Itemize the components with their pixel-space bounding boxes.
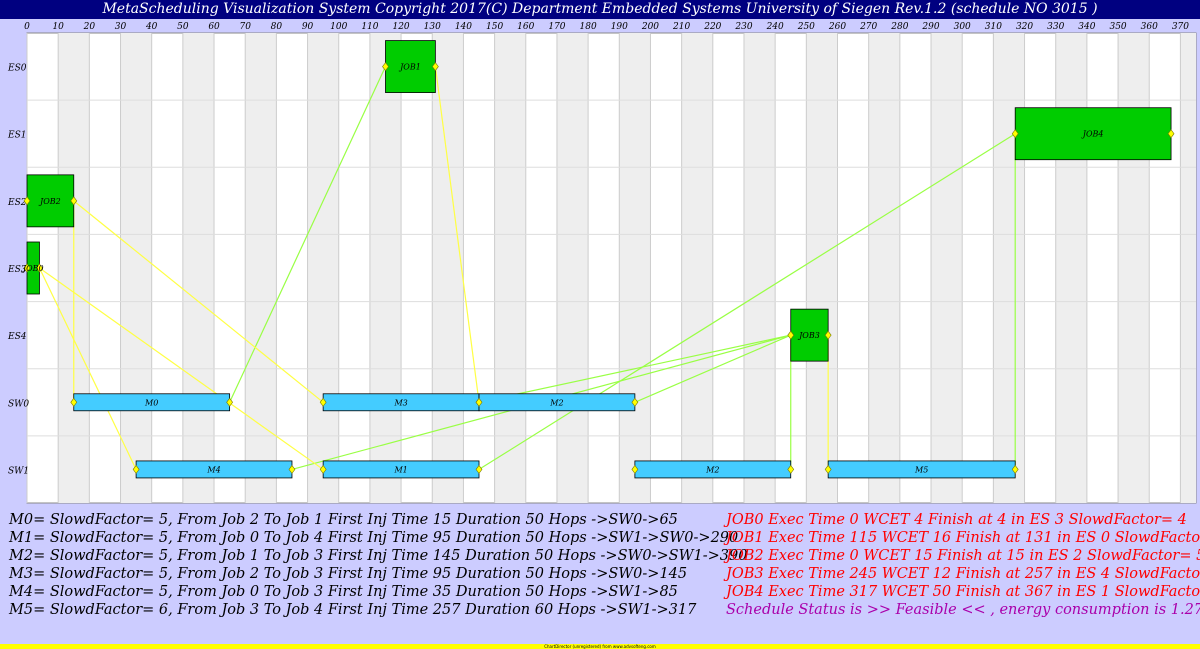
x-tick-label: 230 xyxy=(734,22,752,32)
x-tick-label: 0 xyxy=(24,22,30,32)
grid-band xyxy=(307,33,339,503)
x-tick-label: 50 xyxy=(177,22,189,32)
x-tick-label: 40 xyxy=(145,22,158,32)
x-tick-label: 150 xyxy=(486,22,503,32)
x-tick-label: 250 xyxy=(797,22,815,32)
x-tick-label: 320 xyxy=(1016,22,1033,32)
y-row-label: SW0 xyxy=(8,399,29,409)
x-tick-label: 350 xyxy=(1109,22,1126,32)
message-label: M2 xyxy=(549,398,563,407)
x-tick-label: 360 xyxy=(1141,22,1158,32)
x-tick-label: 80 xyxy=(271,22,283,32)
y-row-label: ES2 xyxy=(7,198,27,208)
x-tick-label: 140 xyxy=(455,22,472,32)
chart-title: MetaScheduling Visualization System Copy… xyxy=(0,0,1200,19)
grid-band xyxy=(182,33,215,503)
x-tick-label: 220 xyxy=(703,22,721,32)
x-tick-label: 190 xyxy=(611,22,628,32)
job-legend: JOB0 Exec Time 0 WCET 4 Finish at 4 in E… xyxy=(726,511,1200,619)
message-legend-line: M0= SlowdFactor= 5, From Job 2 To Job 1 … xyxy=(9,512,678,528)
message-legend-line: M1= SlowdFactor= 5, From Job 0 To Job 4 … xyxy=(9,530,739,546)
x-tick-label: 260 xyxy=(828,22,846,32)
grid-band xyxy=(120,33,152,503)
job-legend-line: JOB2 Exec Time 0 WCET 15 Finish at 15 in… xyxy=(726,548,1200,564)
x-tick-label: 160 xyxy=(517,22,534,32)
x-tick-label: 240 xyxy=(766,22,784,32)
x-tick-label: 70 xyxy=(239,22,251,32)
grid-band xyxy=(868,33,900,503)
grid-band xyxy=(681,33,713,503)
x-tick-label: 290 xyxy=(921,22,939,32)
job-label: JOB2 xyxy=(38,197,61,206)
job-legend-line: JOB4 Exec Time 317 WCET 50 Finish at 367… xyxy=(726,584,1200,600)
job-legend-line: JOB0 Exec Time 0 WCET 4 Finish at 4 in E… xyxy=(726,512,1187,528)
schedule-status: Schedule Status is >> Feasible << , ener… xyxy=(726,602,1200,618)
x-tick-label: 210 xyxy=(672,22,690,32)
grid-band xyxy=(1180,33,1196,503)
message-label: M1 xyxy=(393,465,407,474)
x-tick-label: 20 xyxy=(83,22,96,32)
x-tick-label: 100 xyxy=(330,22,347,32)
x-tick-label: 330 xyxy=(1047,22,1064,32)
x-tick-label: 200 xyxy=(641,22,659,32)
message-legend-line: M4= SlowdFactor= 5, From Job 0 To Job 3 … xyxy=(9,584,678,600)
x-tick-label: 180 xyxy=(580,22,597,32)
x-tick-label: 130 xyxy=(424,22,441,32)
grid-band xyxy=(993,33,1025,503)
y-row-label: ES1 xyxy=(7,131,26,141)
x-tick-label: 90 xyxy=(302,22,314,32)
grid-band xyxy=(556,33,589,503)
job-label: JOB4 xyxy=(1081,130,1104,139)
job-label: JOB3 xyxy=(797,331,820,340)
gantt-chart: 0 10 20 30 40 50 60 70 80 90 100 110 120 130 140 150 160… xyxy=(7,22,1197,504)
message-label: M2 xyxy=(705,465,719,474)
grid-band xyxy=(806,33,838,503)
x-tick-label: 280 xyxy=(890,22,908,32)
x-tick-label: 110 xyxy=(361,22,378,32)
y-row-label: SW1 xyxy=(8,466,29,476)
grid-band xyxy=(619,33,651,503)
message-legend: M0= SlowdFactor= 5, From Job 2 To Job 1 … xyxy=(9,511,747,619)
grid-band xyxy=(432,33,464,503)
y-row-label: ES4 xyxy=(7,332,27,342)
message-legend-line: M5= SlowdFactor= 6, From Job 3 To Job 4 … xyxy=(9,602,697,618)
grid-band xyxy=(1055,33,1087,503)
x-tick-label: 120 xyxy=(392,22,409,32)
x-tick-label: 270 xyxy=(859,22,877,32)
job-label: JOB1 xyxy=(398,63,421,72)
grid-band xyxy=(494,33,526,503)
x-tick-label: 300 xyxy=(954,22,971,32)
footer-credit: ChartDirector (unregistered) from www.ad… xyxy=(0,644,1200,649)
grid-band xyxy=(1118,33,1150,503)
message-legend-line: M2= SlowdFactor= 5, From Job 1 To Job 3 … xyxy=(9,548,748,564)
x-tick-label: 310 xyxy=(985,22,1002,32)
x-tick-label: 340 xyxy=(1078,22,1095,32)
grid-band xyxy=(931,33,963,503)
x-tick-label: 60 xyxy=(208,22,220,32)
x-tick-label: 370 xyxy=(1172,22,1189,32)
y-row-label: ES0 xyxy=(7,64,27,74)
grid-band xyxy=(369,33,402,503)
x-tick-label: 170 xyxy=(548,22,565,32)
message-label: M0 xyxy=(144,398,158,407)
message-label: M4 xyxy=(206,465,220,474)
job-label: JOB0 xyxy=(21,264,44,273)
job-legend-line: JOB1 Exec Time 115 WCET 16 Finish at 131… xyxy=(726,530,1200,546)
message-label: M5 xyxy=(914,465,928,474)
message-label: M3 xyxy=(393,398,407,407)
message-legend-line: M3= SlowdFactor= 5, From Job 2 To Job 3 … xyxy=(9,566,688,582)
x-tick-label: 30 xyxy=(115,22,127,32)
x-tick-label: 10 xyxy=(52,22,64,32)
job-legend-line: JOB3 Exec Time 245 WCET 12 Finish at 257… xyxy=(726,566,1200,582)
grid-band xyxy=(743,33,776,503)
